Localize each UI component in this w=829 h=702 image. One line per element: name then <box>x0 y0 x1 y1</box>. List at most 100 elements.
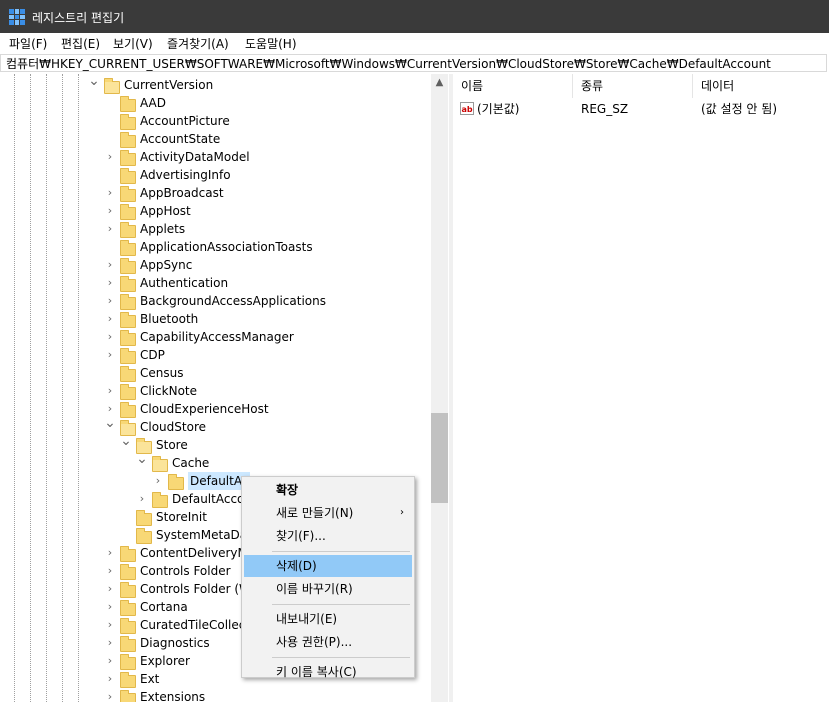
tree-item-label: Cortana <box>140 600 188 614</box>
tree-item[interactable]: AccountPicture <box>0 112 431 130</box>
chevron-right-icon[interactable]: › <box>104 616 116 634</box>
tree-item-label: CloudExperienceHost <box>140 402 269 416</box>
chevron-down-icon[interactable]: ⌄ <box>120 432 132 450</box>
address-bar[interactable]: 컴퓨터₩HKEY_CURRENT_USER₩SOFTWARE₩Microsoft… <box>0 54 827 72</box>
column-data[interactable]: 데이터 <box>693 74 829 98</box>
scroll-thumb[interactable] <box>431 413 448 503</box>
tree-item[interactable]: › Applets <box>0 220 431 238</box>
tree-item[interactable]: › AppSync <box>0 256 431 274</box>
tree-item-label: AAD <box>140 96 166 110</box>
chevron-down-icon[interactable]: ⌄ <box>136 450 148 468</box>
chevron-right-icon[interactable]: › <box>104 220 116 238</box>
chevron-right-icon[interactable]: › <box>104 670 116 688</box>
value-row[interactable]: ab (기본값) REG_SZ (값 설정 안 됨) <box>453 100 829 118</box>
menu-item-label: 이름 바꾸기(R) <box>276 582 353 596</box>
chevron-right-icon[interactable]: › <box>104 256 116 274</box>
tree-item[interactable]: › CloudExperienceHost <box>0 400 431 418</box>
folder-icon <box>120 654 136 670</box>
column-name[interactable]: 이름 <box>453 74 573 98</box>
menu-copy-key-name[interactable]: 키 이름 복사(C) <box>244 661 412 683</box>
menu-rename[interactable]: 이름 바꾸기(R) <box>244 578 412 600</box>
menu-favorites[interactable]: 즐겨찾기(A) <box>167 35 229 52</box>
chevron-down-icon[interactable]: ⌄ <box>104 414 116 432</box>
chevron-down-icon[interactable]: ⌄ <box>88 74 100 90</box>
registry-editor-icon <box>9 9 25 25</box>
tree-item-label: AccountPicture <box>140 114 230 128</box>
tree-item-label: StoreInit <box>156 510 207 524</box>
chevron-right-icon[interactable]: › <box>104 382 116 400</box>
chevron-right-icon[interactable]: › <box>104 346 116 364</box>
tree-item[interactable]: › ClickNote <box>0 382 431 400</box>
chevron-right-icon[interactable]: › <box>104 310 116 328</box>
folder-icon <box>120 96 136 112</box>
tree-scrollbar[interactable]: ▲ <box>431 74 448 702</box>
folder-icon <box>168 474 184 490</box>
tree-item[interactable]: ⌄ Cache <box>0 451 431 472</box>
menu-separator <box>272 657 410 658</box>
tree-item[interactable]: › Bluetooth <box>0 310 431 328</box>
tree-item[interactable]: › ActivityDataModel <box>0 148 431 166</box>
menu-help[interactable]: 도움말(H) <box>245 35 297 52</box>
tree-item-label: CloudStore <box>140 420 206 434</box>
tree-item-label: ClickNote <box>140 384 197 398</box>
tree-item[interactable]: › AppHost <box>0 202 431 220</box>
chevron-right-icon[interactable]: › <box>104 562 116 580</box>
tree-item[interactable]: AccountState <box>0 130 431 148</box>
tree-item-label: Extensions <box>140 690 206 702</box>
column-type[interactable]: 종류 <box>573 74 693 98</box>
tree-item[interactable]: › Authentication <box>0 274 431 292</box>
menu-new[interactable]: 새로 만들기(N) › <box>244 502 412 524</box>
tree-item[interactable]: › AppBroadcast <box>0 184 431 202</box>
chevron-right-icon[interactable]: › <box>152 472 164 490</box>
folder-icon <box>136 510 152 526</box>
tree-item[interactable]: ⌄ Store <box>0 433 431 454</box>
tree-item-label: CurrentVersion <box>124 78 214 92</box>
menu-export[interactable]: 내보내기(E) <box>244 608 412 630</box>
menu-item-label: 확장 <box>276 483 299 497</box>
tree-item[interactable]: ⌄ CloudStore <box>0 415 431 436</box>
tree-item[interactable]: › BackgroundAccessApplications <box>0 292 431 310</box>
chevron-right-icon[interactable]: › <box>104 274 116 292</box>
menu-find[interactable]: 찾기(F)... <box>244 525 412 547</box>
menu-delete[interactable]: 삭제(D) <box>244 555 412 577</box>
folder-icon <box>120 564 136 580</box>
menu-edit[interactable]: 편집(E) <box>61 35 100 52</box>
chevron-right-icon[interactable]: › <box>104 580 116 598</box>
tree-item[interactable]: ApplicationAssociationToasts <box>0 238 431 256</box>
chevron-right-icon[interactable]: › <box>104 202 116 220</box>
folder-icon <box>120 402 136 418</box>
tree-item-label: Explorer <box>140 654 190 668</box>
menu-item-label: 키 이름 복사(C) <box>276 665 357 679</box>
menu-item-label: 삭제(D) <box>276 559 317 573</box>
tree-item[interactable]: AdvertisingInfo <box>0 166 431 184</box>
tree-item-label: CapabilityAccessManager <box>140 330 294 344</box>
chevron-right-icon[interactable]: › <box>104 688 116 702</box>
values-list[interactable]: 이름 종류 데이터 ab (기본값) REG_SZ (값 설정 안 됨) <box>453 74 829 702</box>
tree-item[interactable]: › CDP <box>0 346 431 364</box>
tree-item[interactable]: AAD <box>0 94 431 112</box>
scroll-up-arrow-icon[interactable]: ▲ <box>431 74 448 91</box>
tree-item[interactable]: › Extensions <box>0 688 431 702</box>
chevron-right-icon[interactable]: › <box>104 328 116 346</box>
menu-file[interactable]: 파일(F) <box>9 35 47 52</box>
menu-item-label: 사용 권한(P)... <box>276 635 353 649</box>
chevron-right-icon[interactable]: › <box>104 148 116 166</box>
chevron-right-icon[interactable]: › <box>104 292 116 310</box>
tree-item-label: BackgroundAccessApplications <box>140 294 326 308</box>
menu-expand[interactable]: 확장 <box>244 479 412 501</box>
folder-icon <box>120 330 136 346</box>
chevron-right-icon[interactable]: › <box>104 634 116 652</box>
tree-item[interactable]: Census <box>0 364 431 382</box>
menu-view[interactable]: 보기(V) <box>113 35 153 52</box>
tree-item[interactable]: ⌄ CurrentVersion <box>0 74 431 94</box>
chevron-right-icon[interactable]: › <box>104 598 116 616</box>
menu-permissions[interactable]: 사용 권한(P)... <box>244 631 412 653</box>
chevron-right-icon[interactable]: › <box>104 652 116 670</box>
tree-item[interactable]: › CapabilityAccessManager <box>0 328 431 346</box>
chevron-right-icon[interactable]: › <box>104 544 116 562</box>
chevron-right-icon[interactable]: › <box>136 490 148 508</box>
folder-icon <box>120 150 136 166</box>
folder-icon <box>120 240 136 256</box>
menu-item-label: 찾기(F)... <box>276 529 326 543</box>
chevron-right-icon[interactable]: › <box>104 184 116 202</box>
